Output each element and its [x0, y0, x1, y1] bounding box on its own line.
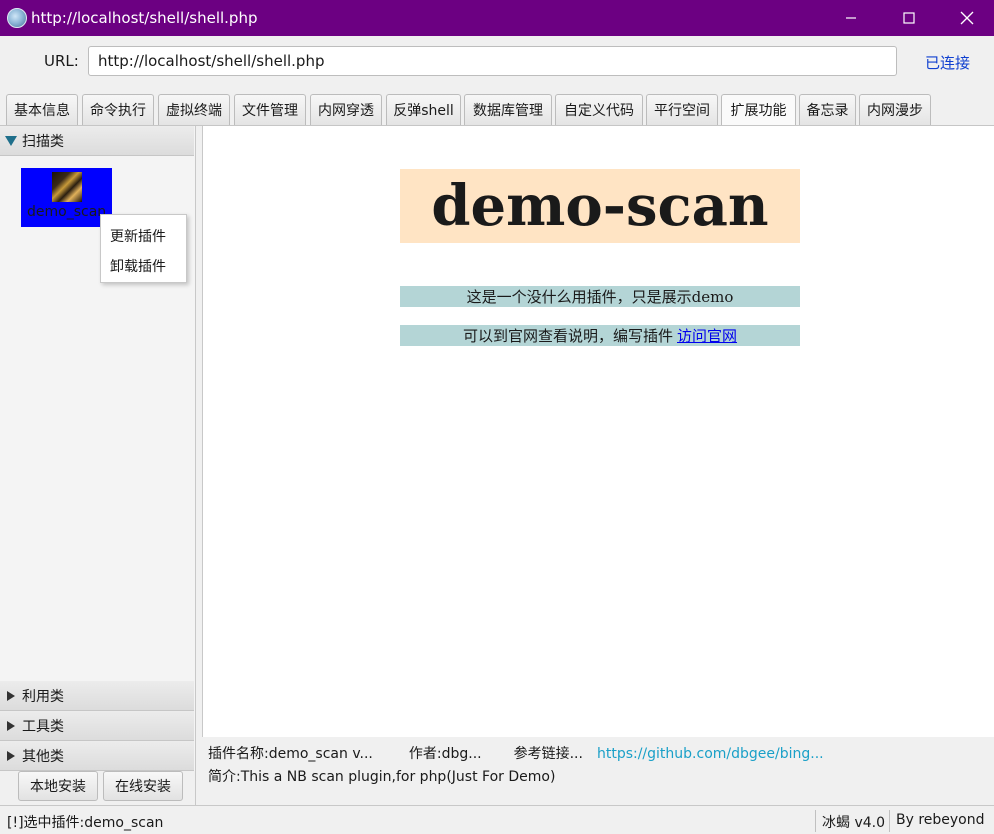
tab-custom-code[interactable]: 自定义代码: [555, 94, 643, 125]
author-value: dbg...: [441, 746, 482, 762]
plugin-description-1: 这是一个没什么用插件，只是展示demo: [400, 286, 800, 307]
local-install-button[interactable]: 本地安装: [18, 771, 98, 801]
status-divider: [815, 810, 816, 832]
tab-command-exec[interactable]: 命令执行: [82, 94, 154, 125]
close-button[interactable]: [938, 0, 994, 36]
desc-label: 简介:: [208, 769, 241, 785]
tab-basic-info[interactable]: 基本信息: [6, 94, 78, 125]
reference-label: 参考链接...: [513, 746, 583, 762]
plugin-description-2-text: 可以到官网查看说明，编写插件: [462, 327, 673, 345]
name-label: 插件名称:: [208, 746, 269, 762]
category-other-label: 其他类: [22, 748, 64, 765]
url-bar: URL: 已连接: [0, 36, 994, 86]
name-value: demo_scan v...: [268, 746, 373, 762]
tab-intranet-roam[interactable]: 内网漫步: [859, 94, 931, 125]
tab-file-manager[interactable]: 文件管理: [234, 94, 306, 125]
maximize-icon: [903, 12, 915, 24]
menu-uninstall-plugin[interactable]: 卸载插件: [110, 256, 166, 276]
plugin-context-menu: 更新插件 卸载插件: [100, 214, 187, 283]
tab-virtual-terminal[interactable]: 虚拟终端: [158, 94, 230, 125]
plugin-title: demo-scan: [400, 169, 800, 243]
version-label: 冰蝎 v4.0: [822, 815, 885, 831]
connection-status: 已连接: [925, 54, 971, 72]
author-label: 作者:: [408, 746, 442, 762]
status-divider: [889, 810, 890, 832]
category-tools-label: 工具类: [22, 718, 64, 735]
visit-website-link[interactable]: 访问官网: [677, 325, 737, 346]
title-bar: http://localhost/shell/shell.php: [0, 0, 994, 36]
category-exploit-label: 利用类: [22, 688, 64, 705]
install-buttons: 本地安装 在线安装: [0, 771, 195, 805]
category-exploit[interactable]: 利用类: [0, 681, 194, 711]
author-label: By rebeyond: [896, 812, 985, 828]
category-scan[interactable]: 扫描类: [0, 126, 194, 156]
tab-database-manager[interactable]: 数据库管理: [464, 94, 552, 125]
plugin-demo-scan[interactable]: demo_scan: [21, 168, 112, 227]
close-icon: [960, 11, 974, 25]
url-label: URL:: [44, 52, 79, 70]
plugin-name: demo_scan: [27, 204, 107, 220]
url-input[interactable]: [88, 46, 897, 76]
plugin-description-2: 可以到官网查看说明，编写插件 访问官网: [400, 325, 800, 346]
plugin-view: demo-scan 这是一个没什么用插件，只是展示demo 可以到官网查看说明，…: [202, 126, 994, 737]
maximize-button[interactable]: [880, 0, 938, 36]
desc-value: This a NB scan plugin,for php(Just For D…: [240, 769, 556, 785]
minimize-icon: [846, 17, 856, 19]
plugin-meta-row: 插件名称:demo_scan v... 作者:dbg... 参考链接... https…: [208, 743, 824, 763]
tab-extensions[interactable]: 扩展功能: [721, 94, 796, 125]
tab-parallel-space[interactable]: 平行空间: [646, 94, 718, 125]
window-title: http://localhost/shell/shell.php: [31, 9, 258, 27]
plugin-desc-row: 简介:This a NB scan plugin,for php(Just Fo…: [208, 766, 555, 786]
tab-reverse-shell[interactable]: 反弹shell: [386, 94, 461, 125]
selected-plugin-status: [!]选中插件:demo_scan: [7, 815, 164, 831]
tab-memo[interactable]: 备忘录: [799, 94, 856, 125]
status-bar: [!]选中插件:demo_scan 冰蝎 v4.0 By rebeyond: [0, 805, 994, 834]
tab-bar: 基本信息 命令执行 虚拟终端 文件管理 内网穿透 反弹shell 数据库管理 自…: [0, 86, 994, 126]
minimize-button[interactable]: [822, 0, 880, 36]
category-tools[interactable]: 工具类: [0, 711, 194, 741]
menu-update-plugin[interactable]: 更新插件: [110, 226, 166, 246]
plugin-info-panel: 插件名称:demo_scan v... 作者:dbg... 参考链接... https…: [202, 737, 994, 805]
online-install-button[interactable]: 在线安装: [103, 771, 183, 801]
app-icon: [7, 8, 27, 28]
reference-link[interactable]: https://github.com/dbgee/bing...: [597, 746, 824, 762]
expand-right-icon: [7, 750, 15, 761]
category-other[interactable]: 其他类: [0, 741, 194, 771]
expand-down-icon: [5, 135, 17, 146]
expand-right-icon: [7, 690, 15, 701]
expand-right-icon: [7, 720, 15, 731]
category-scan-label: 扫描类: [22, 133, 64, 150]
tab-intranet-tunnel[interactable]: 内网穿透: [310, 94, 382, 125]
plugin-thumbnail: [52, 172, 82, 202]
